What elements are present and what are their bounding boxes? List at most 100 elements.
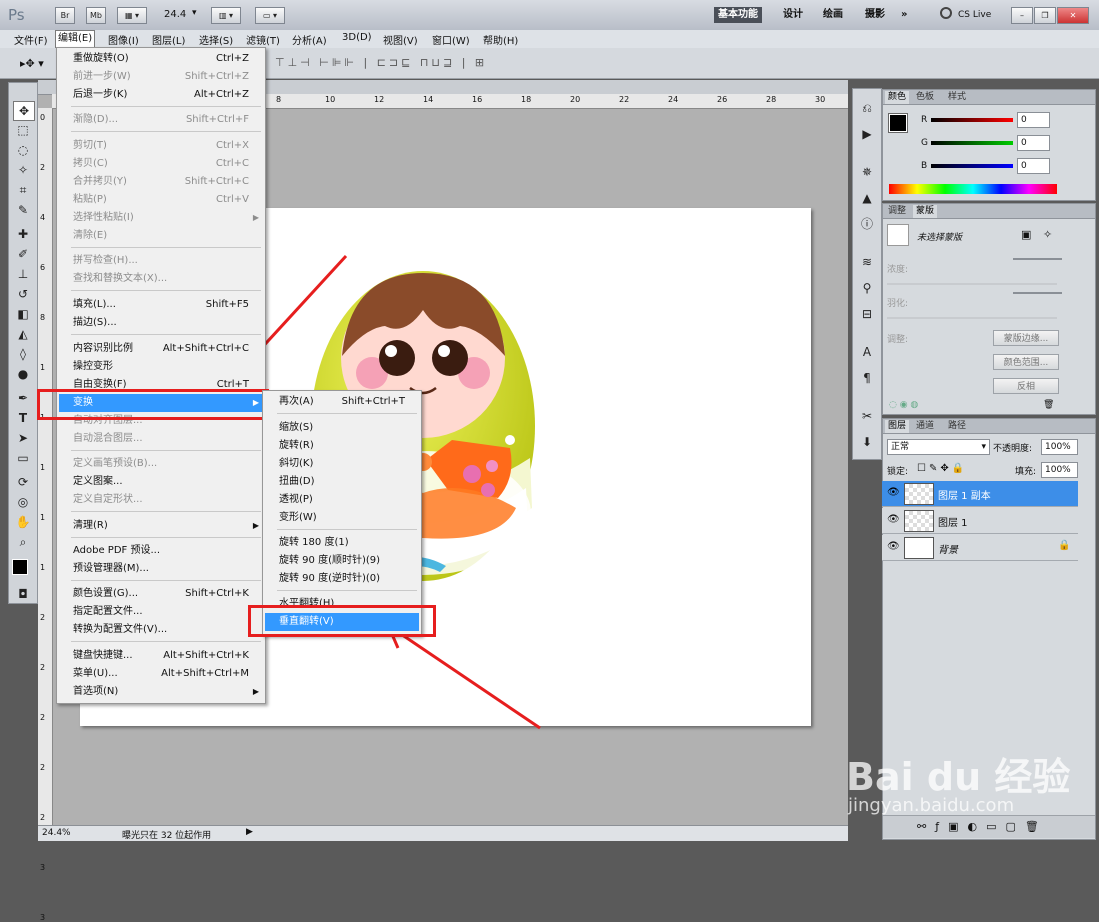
menu-item-stroke[interactable]: 描边(S)...	[59, 314, 263, 332]
menu-item-spell-check: 拼写检查(H)...	[73, 255, 138, 266]
menu-item-preset-manager[interactable]: 预设管理器(M)...	[59, 560, 263, 578]
menu-item-distort[interactable]: 扭曲(D)	[265, 473, 419, 491]
layer-row[interactable]: 👁 图层 1	[882, 508, 1078, 534]
brushes-panel-icon[interactable]: ≋	[857, 253, 877, 271]
navigator-panel-icon[interactable]: ✵	[857, 163, 877, 181]
paragraph-panel-icon[interactable]: ¶	[857, 369, 877, 387]
vector-mask-icon[interactable]: ✧	[1043, 228, 1052, 241]
opacity-field[interactable]: 100%	[1041, 439, 1078, 455]
menu-item-auto-blend-layers: 自动混合图层...	[73, 433, 143, 444]
channel-b-slider[interactable]	[931, 164, 1013, 168]
tab-color[interactable]: 颜色	[885, 91, 910, 104]
3d-panel-icon[interactable]: ✂	[857, 407, 877, 425]
menu-item-color-settings[interactable]: 颜色设置(G)... Shift+Ctrl+K	[59, 585, 263, 603]
character-panel-icon[interactable]: A	[857, 343, 877, 361]
feather-field	[1013, 292, 1062, 294]
tool-presets-panel-icon[interactable]: ⊟	[857, 305, 877, 323]
tab-channels[interactable]: 通道	[913, 420, 937, 433]
menu-item-content-aware-scale[interactable]: 内容识别比例 Alt+Shift+Ctrl+C	[59, 340, 263, 358]
menu-item-step-backward[interactable]: 后退一步(K) Alt+Ctrl+Z	[59, 86, 263, 104]
channel-r-label: R	[921, 115, 928, 125]
channel-g-label: G	[921, 138, 928, 148]
channel-g-slider[interactable]	[931, 141, 1013, 145]
eye-icon[interactable]: 👁	[887, 487, 900, 498]
menu-item-warp[interactable]: 变形(W)	[265, 509, 419, 527]
tab-adjustments[interactable]: 调整	[885, 205, 909, 218]
status-zoom[interactable]: 24.4%	[42, 828, 71, 838]
color-range-button[interactable]: 颜色范围...	[993, 354, 1059, 370]
menu-item-assign-profile[interactable]: 指定配置文件...	[59, 603, 263, 621]
menu-item-pdf-presets[interactable]: Adobe PDF 预设...	[59, 542, 263, 560]
channel-r-value[interactable]: 0	[1017, 112, 1050, 128]
tab-swatches[interactable]: 色板	[913, 91, 937, 104]
menu-item-again[interactable]: 再次(A) Shift+Ctrl+T	[265, 393, 419, 411]
menu-item-redo-rotate[interactable]: 重做旋转(O) Ctrl+Z	[59, 50, 263, 68]
lock-label: 锁定:	[887, 467, 909, 477]
foreground-swatch[interactable]	[888, 113, 908, 133]
delete-mask-icon[interactable]: 🗑	[1043, 400, 1054, 410]
mask-title: 未选择蒙版	[917, 233, 963, 243]
menu-item-menus[interactable]: 菜单(U)... Alt+Shift+Ctrl+M	[59, 665, 263, 683]
menu-item-rotate-90-ccw[interactable]: 旋转 90 度(逆时针)(0)	[265, 570, 419, 588]
tab-paths[interactable]: 路径	[945, 420, 969, 433]
color-ramp[interactable]	[889, 184, 1057, 194]
channel-b-value[interactable]: 0	[1017, 158, 1050, 174]
menu-item-purge[interactable]: 清理(R) ▶	[59, 517, 263, 535]
tab-styles[interactable]: 样式	[945, 91, 969, 104]
invert-button[interactable]: 反相	[993, 378, 1059, 394]
histogram-panel-icon[interactable]: ▲	[857, 189, 877, 207]
history-panel-icon[interactable]: ⎌	[857, 99, 877, 117]
menu-item-puppet-warp[interactable]: 操控变形	[59, 358, 263, 376]
layer-thumbnail	[904, 537, 934, 559]
refine-label: 调整:	[887, 335, 909, 345]
submenu-arrow-icon: ▶	[252, 213, 259, 222]
menu-item-scale[interactable]: 缩放(S)	[265, 419, 419, 437]
separator	[71, 450, 261, 451]
mask-thumbnail	[887, 224, 909, 246]
menu-item-rotate-180[interactable]: 旋转 180 度(1)	[265, 534, 419, 552]
menu-item-paste-special: 选择性粘贴(I) ▶	[59, 209, 263, 227]
submenu-arrow-icon: ▶	[252, 687, 259, 696]
layer-row[interactable]: 👁 图层 1 副本	[882, 481, 1078, 507]
separator	[71, 106, 261, 107]
channel-r-slider[interactable]	[931, 118, 1013, 122]
fill-field[interactable]: 100%	[1041, 462, 1078, 478]
status-menu-arrow-icon[interactable]: ▶	[246, 827, 253, 837]
layer-actions-icons[interactable]: ⚯ƒ▣◐▭▢🗑	[917, 820, 1048, 833]
masks-panel: 调整 蒙版 未选择蒙版 ▣ ✧ 浓度: 羽化: 调整: 蒙版边缘... 颜色范围…	[882, 203, 1096, 415]
clone-source-panel-icon[interactable]: ⚲	[857, 279, 877, 297]
menu-item-rotate[interactable]: 旋转(R)	[265, 437, 419, 455]
actions-panel-icon[interactable]: ▶	[857, 125, 877, 143]
load-selection-icon[interactable]: ◌ ◉ ◍	[889, 400, 918, 410]
separator	[71, 334, 261, 335]
opacity-label: 不透明度:	[993, 444, 1033, 454]
separator	[277, 590, 417, 591]
info-panel-icon[interactable]: ⓘ	[857, 215, 877, 233]
menu-item-fill[interactable]: 填充(L)... Shift+F5	[59, 296, 263, 314]
eye-icon[interactable]: 👁	[887, 541, 900, 552]
layer-name[interactable]: 图层 1	[938, 514, 968, 529]
channel-g-value[interactable]: 0	[1017, 135, 1050, 151]
lock-icon: 🔒	[1058, 540, 1071, 551]
notes-panel-icon[interactable]: ⬇	[857, 433, 877, 451]
menu-item-preferences[interactable]: 首选项(N) ▶	[59, 683, 263, 701]
transform-highlight-box	[37, 389, 269, 420]
menu-item-skew[interactable]: 斜切(K)	[265, 455, 419, 473]
menu-item-keyboard-shortcuts[interactable]: 键盘快捷键... Alt+Shift+Ctrl+K	[59, 647, 263, 665]
separator	[71, 131, 261, 132]
tab-layers[interactable]: 图层	[885, 420, 910, 433]
pixel-mask-icon[interactable]: ▣	[1021, 228, 1031, 241]
menu-item-perspective[interactable]: 透视(P)	[265, 491, 419, 509]
layer-name[interactable]: 背景	[938, 541, 958, 556]
layer-name[interactable]: 图层 1 副本	[938, 487, 991, 502]
layers-footer: ⚯ƒ▣◐▭▢🗑	[883, 815, 1095, 838]
menu-item-convert-profile[interactable]: 转换为配置文件(V)...	[59, 621, 263, 639]
lock-icons[interactable]: ☐✎✥🔒	[917, 463, 967, 474]
layer-row[interactable]: 👁 背景 🔒	[882, 535, 1078, 561]
eye-icon[interactable]: 👁	[887, 514, 900, 525]
tab-masks[interactable]: 蒙版	[913, 205, 938, 218]
menu-item-define-pattern[interactable]: 定义图案...	[59, 473, 263, 491]
mask-edge-button[interactable]: 蒙版边缘...	[993, 330, 1059, 346]
menu-item-rotate-90-cw[interactable]: 旋转 90 度(顺时针)(9)	[265, 552, 419, 570]
blend-mode-select[interactable]: 正常 ▾	[887, 439, 990, 455]
